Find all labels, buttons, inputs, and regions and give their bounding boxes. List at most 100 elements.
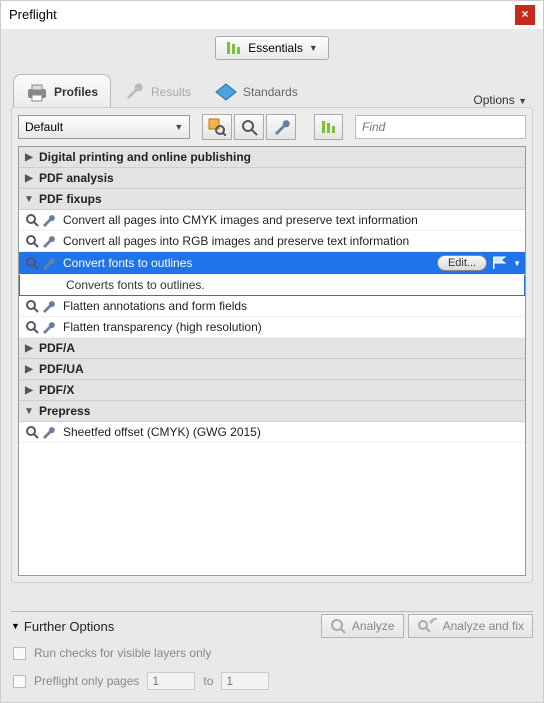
wrench-icon <box>41 213 55 227</box>
analyze-fix-label: Analyze and fix <box>443 619 524 633</box>
run-checks-label: Run checks for visible layers only <box>34 646 211 660</box>
view-all-button[interactable] <box>202 114 232 140</box>
wrench-icon <box>41 299 55 313</box>
find-input[interactable] <box>355 115 526 139</box>
item-icons <box>25 320 59 334</box>
wrench-icon <box>41 256 55 270</box>
chevron-down-icon: ▼ <box>309 43 318 53</box>
footer-row-layers: Run checks for visible layers only <box>11 640 533 666</box>
arrow-down-icon: ▼ <box>23 406 35 417</box>
flag-icon[interactable] <box>491 256 507 270</box>
item-icons <box>25 425 59 439</box>
fixup-item-flatten-transparency[interactable]: Flatten transparency (high resolution) <box>19 317 525 338</box>
tab-standards-label: Standards <box>243 85 298 99</box>
chevron-down-icon[interactable]: ▼ <box>513 259 521 268</box>
tab-results-label: Results <box>151 85 191 99</box>
fixup-item-flatten-annotations[interactable]: Flatten annotations and form fields <box>19 296 525 317</box>
arrow-down-icon: ▼ <box>23 194 35 205</box>
view-checks-button[interactable] <box>234 114 264 140</box>
toolbar: Default ▼ <box>12 108 532 146</box>
show-all-button[interactable] <box>314 114 343 140</box>
further-options-label[interactable]: Further Options <box>24 619 317 634</box>
magnifier-icon <box>25 234 39 248</box>
arrow-down-icon[interactable]: ▼ <box>11 621 20 631</box>
arrow-right-icon: ▶ <box>23 364 35 375</box>
page-from-field[interactable] <box>147 672 195 690</box>
category-bar: Essentials ▼ <box>1 29 543 67</box>
item-label: Convert fonts to outlines <box>63 256 433 270</box>
item-label: Convert all pages into CMYK images and p… <box>63 213 521 227</box>
item-icons <box>25 256 59 270</box>
footer-row-pages: Preflight only pages to <box>11 666 533 696</box>
tab-profiles-label: Profiles <box>54 85 98 99</box>
fixup-item-outlines[interactable]: Convert fonts to outlines Edit... ▼ <box>19 252 525 275</box>
footer-row-actions: ▼ Further Options Analyze Analyze and fi… <box>11 611 533 640</box>
group-digital[interactable]: ▶ Digital printing and online publishing <box>19 147 525 168</box>
run-checks-checkbox[interactable] <box>13 647 26 660</box>
options-menu[interactable]: Options ▼ <box>473 93 531 107</box>
item-label: Flatten annotations and form fields <box>63 299 521 313</box>
fixup-item-sheetfed[interactable]: Sheetfed offset (CMYK) (GWG 2015) <box>19 422 525 443</box>
group-pdf-analysis[interactable]: ▶ PDF analysis <box>19 168 525 189</box>
wrench-icon <box>41 320 55 334</box>
wrench-icon <box>123 83 145 101</box>
analyze-button[interactable]: Analyze <box>321 614 404 638</box>
group-prepress[interactable]: ▼ Prepress <box>19 401 525 422</box>
magnifier-icon <box>25 213 39 227</box>
fixup-item-rgb[interactable]: Convert all pages into RGB images and pr… <box>19 231 525 252</box>
magnifier-icon <box>25 299 39 313</box>
group-pdfa[interactable]: ▶PDF/A <box>19 338 525 359</box>
wrench-icon <box>41 425 55 439</box>
item-label: Sheetfed offset (CMYK) (GWG 2015) <box>63 425 521 439</box>
magnifier-icon <box>240 118 258 136</box>
view-fixups-button[interactable] <box>266 114 296 140</box>
tab-profiles[interactable]: Profiles <box>13 74 111 107</box>
content-area: Essentials ▼ Profiles Results Standards … <box>1 29 543 702</box>
item-icons <box>25 234 59 248</box>
arrow-right-icon: ▶ <box>23 173 35 184</box>
library-select-value: Default <box>25 120 63 134</box>
fixup-description: Converts fonts to outlines. <box>19 275 525 296</box>
magnifier-icon <box>25 425 39 439</box>
profile-tree: ▶Digital printing and online publishing … <box>18 146 526 576</box>
group-label: PDF analysis <box>39 171 114 185</box>
close-button[interactable]: × <box>515 5 535 25</box>
arrow-right-icon: ▶ <box>23 152 35 163</box>
to-label: to <box>203 674 213 688</box>
group-label: PDF/X <box>39 383 74 397</box>
category-label: Essentials <box>248 41 303 55</box>
item-label: Convert all pages into RGB images and pr… <box>63 234 521 248</box>
magnifier-icon <box>25 320 39 334</box>
magnifier-icon <box>25 256 39 270</box>
arrow-right-icon: ▶ <box>23 385 35 396</box>
fixup-item-cmyk[interactable]: Convert all pages into CMYK images and p… <box>19 210 525 231</box>
tab-results[interactable]: Results <box>111 75 203 107</box>
group-label: Prepress <box>39 404 90 418</box>
item-icons <box>25 213 59 227</box>
library-select[interactable]: Default ▼ <box>18 115 190 139</box>
profile-search-icon <box>208 118 226 136</box>
titlebar: Preflight × <box>1 1 543 29</box>
view-buttons <box>202 114 296 140</box>
tab-standards[interactable]: Standards <box>203 75 310 107</box>
preflight-pages-checkbox[interactable] <box>13 675 26 688</box>
analyze-fix-button[interactable]: Analyze and fix <box>408 614 533 638</box>
preflight-pages-label: Preflight only pages <box>34 674 139 688</box>
magnifier-icon <box>330 618 346 634</box>
footer: ▼ Further Options Analyze Analyze and fi… <box>11 611 533 696</box>
edit-button[interactable]: Edit... <box>437 255 487 271</box>
wrench-icon <box>272 118 290 136</box>
group-pdfx[interactable]: ▶ PDF/X <box>19 380 525 401</box>
item-icons <box>25 299 59 313</box>
printer-icon <box>26 83 48 101</box>
group-pdfua[interactable]: ▶PDF/UA <box>19 359 525 380</box>
magnifier-wrench-icon <box>417 618 437 634</box>
group-pdf-fixups[interactable]: ▼PDF fixups <box>19 189 525 210</box>
main-panel: Default ▼ ▶Digital printing and <box>11 107 533 583</box>
wrench-icon <box>41 234 55 248</box>
page-to-field[interactable] <box>221 672 269 690</box>
group-label: Digital printing and online publishing <box>39 150 251 164</box>
bars-icon <box>226 41 242 55</box>
diamond-icon <box>215 83 237 101</box>
category-dropdown[interactable]: Essentials ▼ <box>215 36 329 60</box>
